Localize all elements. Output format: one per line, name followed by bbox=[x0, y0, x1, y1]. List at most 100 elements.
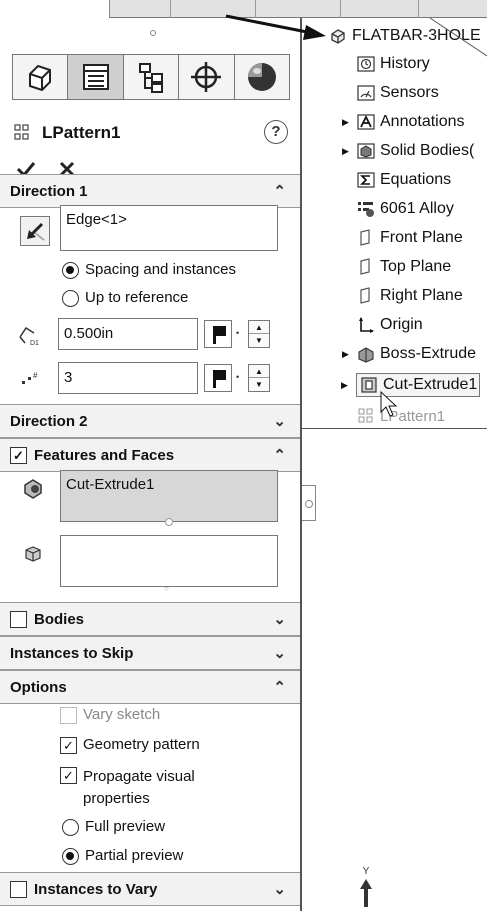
reference-radio[interactable] bbox=[62, 290, 79, 307]
triad-y-label: Y bbox=[362, 866, 370, 877]
property-manager-panel: LPattern1 ? Direction 1 ⌃ Edge<1> Spacin… bbox=[0, 18, 302, 911]
options-header[interactable]: Options ⌃ bbox=[0, 670, 300, 704]
instances-to-skip-header[interactable]: Instances to Skip ⌄ bbox=[0, 636, 300, 670]
tree-item-solid-bodies[interactable]: ▶ Solid Bodies( bbox=[342, 141, 474, 161]
spacing-radio-label: Spacing and instances bbox=[85, 261, 236, 278]
tree-item-history[interactable]: History bbox=[356, 54, 430, 74]
geometry-pattern-option[interactable]: ✓ Geometry pattern bbox=[60, 736, 200, 754]
partial-preview-label: Partial preview bbox=[85, 847, 184, 864]
vary-sketch-checkbox bbox=[60, 707, 77, 724]
spin-up-arrow[interactable]: ▲ bbox=[249, 365, 269, 378]
chevron-down-icon[interactable]: ⌄ bbox=[273, 610, 286, 628]
tree-item-label: Top Plane bbox=[380, 258, 452, 275]
expand-arrow-icon[interactable]: ▶ bbox=[342, 146, 349, 157]
bodies-header[interactable]: Bodies ⌄ bbox=[0, 602, 300, 636]
options-title: Options bbox=[10, 678, 67, 696]
feature-tree-icon bbox=[29, 64, 52, 92]
spacing-instances-option[interactable]: Spacing and instances bbox=[62, 261, 236, 279]
chevron-up-icon[interactable]: ⌃ bbox=[273, 446, 286, 464]
sensors-icon bbox=[356, 83, 376, 103]
expand-arrow-icon[interactable]: ▶ bbox=[341, 380, 348, 391]
list-resize-grip[interactable]: ○ bbox=[164, 584, 169, 593]
chevron-up-icon[interactable]: ⌃ bbox=[273, 678, 286, 696]
tree-root[interactable]: FLATBAR-3HOLE bbox=[328, 26, 481, 46]
chevron-down-icon[interactable]: ⌄ bbox=[273, 412, 286, 430]
configuration-manager-tab[interactable] bbox=[123, 55, 180, 99]
spin-up-arrow[interactable]: ▲ bbox=[249, 321, 269, 334]
chevron-up-icon[interactable]: ⌃ bbox=[273, 182, 286, 200]
propagate-visual-option[interactable]: ✓ Propagate visual properties bbox=[60, 766, 195, 810]
features-faces-header[interactable]: ✓ Features and Faces ⌃ bbox=[0, 438, 300, 472]
property-manager-tab[interactable] bbox=[68, 55, 124, 99]
geometry-pattern-label: Geometry pattern bbox=[83, 736, 200, 753]
tree-item-sensors[interactable]: Sensors bbox=[356, 83, 439, 103]
reverse-direction-button[interactable] bbox=[20, 216, 50, 246]
chevron-down-icon[interactable]: ⌄ bbox=[273, 644, 286, 662]
expand-arrow-icon[interactable]: ▶ bbox=[342, 349, 349, 360]
features-faces-checkbox[interactable]: ✓ bbox=[10, 446, 27, 464]
direction2-header[interactable]: Direction 2 ⌄ bbox=[0, 404, 300, 438]
tree-item-label: Boss-Extrude bbox=[380, 345, 477, 362]
instances-input[interactable]: 3 bbox=[58, 362, 198, 394]
spacing-input[interactable]: 0.500in bbox=[58, 318, 198, 350]
features-faces-title: Features and Faces bbox=[34, 446, 175, 464]
equations-icon bbox=[356, 170, 376, 190]
partial-preview-radio[interactable] bbox=[62, 848, 79, 865]
instances-link-value-button[interactable] bbox=[204, 364, 232, 392]
active-document-tab[interactable] bbox=[0, 0, 110, 18]
faces-selection-list[interactable] bbox=[60, 535, 278, 587]
expand-arrow-icon[interactable]: ▶ bbox=[342, 117, 349, 128]
dropdown-dot-icon: • bbox=[236, 372, 240, 382]
tree-item-label: LPattern1 bbox=[380, 407, 446, 425]
linear-pattern-icon bbox=[356, 406, 376, 426]
manager-tab-bar bbox=[12, 54, 290, 100]
up-to-reference-option[interactable]: Up to reference bbox=[62, 289, 188, 307]
instances-to-vary-header[interactable]: Instances to Vary ⌄ bbox=[0, 872, 300, 906]
origin-icon bbox=[356, 315, 376, 335]
vary-sketch-option: Vary sketch bbox=[60, 706, 160, 724]
tree-item-label: Front Plane bbox=[380, 229, 463, 246]
instances-to-vary-checkbox[interactable] bbox=[10, 880, 27, 898]
full-preview-option[interactable]: Full preview bbox=[62, 818, 165, 836]
plane-icon bbox=[356, 228, 376, 248]
tree-item-annotations[interactable]: ▶ Annotations bbox=[342, 112, 465, 132]
tree-item-equations[interactable]: Equations bbox=[356, 170, 451, 190]
spin-down-arrow[interactable]: ▼ bbox=[249, 334, 269, 347]
features-selection-list[interactable]: Cut-Extrude1 bbox=[60, 470, 278, 526]
tree-item-boss-extrude[interactable]: ▶ Boss-Extrude bbox=[342, 344, 477, 364]
faces-to-pattern-icon bbox=[25, 546, 41, 562]
spacing-spinner[interactable]: ▲ ▼ bbox=[248, 320, 270, 348]
tree-item-lpattern[interactable]: LPattern1 bbox=[356, 406, 445, 426]
help-button[interactable]: ? bbox=[264, 120, 288, 144]
part-icon bbox=[328, 26, 348, 46]
propagate-visual-checkbox[interactable]: ✓ bbox=[60, 767, 77, 784]
tree-item-material[interactable]: 6061 Alloy bbox=[356, 199, 454, 219]
toolbar-divider bbox=[255, 0, 256, 18]
partial-preview-option[interactable]: Partial preview bbox=[62, 847, 183, 865]
spacing-link-value-button[interactable] bbox=[204, 320, 232, 348]
instances-spinner[interactable]: ▲ ▼ bbox=[248, 364, 270, 392]
direction1-header[interactable]: Direction 1 ⌃ bbox=[0, 174, 300, 208]
tree-item-cut-extrude[interactable]: ▶ Cut-Extrude1 bbox=[341, 373, 481, 397]
panel-side-handle[interactable] bbox=[302, 485, 316, 521]
feature-manager-tree: FLATBAR-3HOLE History Sensors ▶ Annotati… bbox=[304, 18, 487, 428]
geometry-pattern-checkbox[interactable]: ✓ bbox=[60, 737, 77, 754]
property-manager-icon bbox=[82, 64, 109, 90]
spacing-radio[interactable] bbox=[62, 262, 79, 279]
chevron-down-icon[interactable]: ⌄ bbox=[273, 880, 286, 898]
tree-item-origin[interactable]: Origin bbox=[356, 315, 423, 335]
direction1-edge-field[interactable]: Edge<1> bbox=[60, 205, 278, 251]
tree-item-right-plane[interactable]: Right Plane bbox=[356, 286, 463, 306]
spacing-dimension-icon: D1 bbox=[19, 326, 39, 347]
full-preview-radio[interactable] bbox=[62, 819, 79, 836]
dimxpert-tab[interactable] bbox=[179, 55, 235, 99]
feature-manager-tab[interactable] bbox=[13, 55, 69, 99]
spin-down-arrow[interactable]: ▼ bbox=[249, 378, 269, 391]
list-resize-grip[interactable] bbox=[165, 518, 173, 526]
bodies-checkbox[interactable] bbox=[10, 610, 27, 628]
panel-grip-handle[interactable] bbox=[150, 30, 156, 36]
tree-item-top-plane[interactable]: Top Plane bbox=[356, 257, 451, 277]
display-manager-tab[interactable] bbox=[234, 55, 290, 99]
tree-item-front-plane[interactable]: Front Plane bbox=[356, 228, 463, 248]
tree-item-label: Equations bbox=[380, 171, 452, 188]
